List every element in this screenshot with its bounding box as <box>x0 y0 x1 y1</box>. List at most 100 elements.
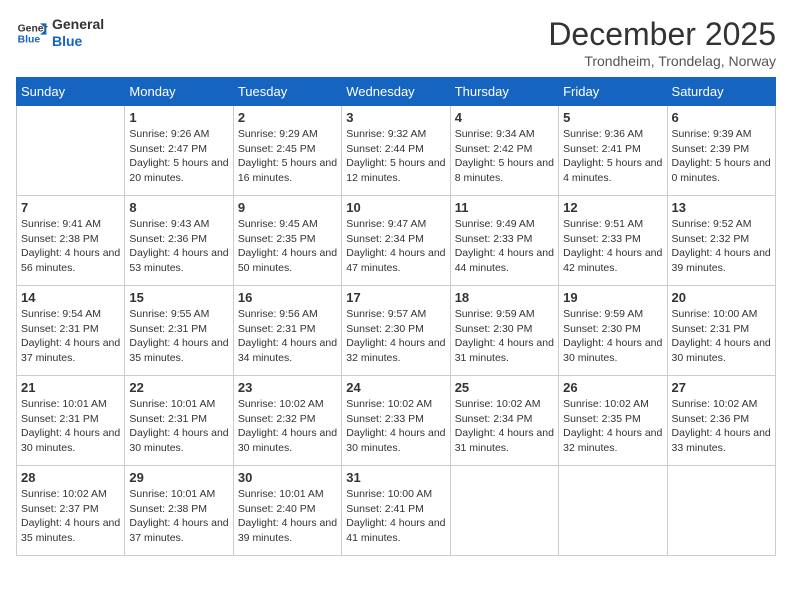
day-number: 26 <box>563 380 662 395</box>
day-number: 9 <box>238 200 337 215</box>
logo-general-text: General <box>52 16 104 33</box>
day-number: 29 <box>129 470 228 485</box>
calendar-cell: 21 Sunrise: 10:01 AMSunset: 2:31 PMDaylig… <box>17 376 125 466</box>
calendar-cell: 9 Sunrise: 9:45 AMSunset: 2:35 PMDaylight… <box>233 196 341 286</box>
day-info: Sunrise: 9:54 AMSunset: 2:31 PMDaylight:… <box>21 307 120 366</box>
day-info: Sunrise: 9:32 AMSunset: 2:44 PMDaylight:… <box>346 127 445 186</box>
week-row-0: 1 Sunrise: 9:26 AMSunset: 2:47 PMDaylight… <box>17 106 776 196</box>
day-info: Sunrise: 9:59 AMSunset: 2:30 PMDaylight:… <box>563 307 662 366</box>
week-row-1: 7 Sunrise: 9:41 AMSunset: 2:38 PMDaylight… <box>17 196 776 286</box>
calendar-cell: 7 Sunrise: 9:41 AMSunset: 2:38 PMDaylight… <box>17 196 125 286</box>
day-number: 16 <box>238 290 337 305</box>
day-number: 22 <box>129 380 228 395</box>
calendar-cell <box>450 466 558 556</box>
calendar-cell: 12 Sunrise: 9:51 AMSunset: 2:33 PMDayligh… <box>559 196 667 286</box>
day-number: 17 <box>346 290 445 305</box>
day-info: Sunrise: 9:56 AMSunset: 2:31 PMDaylight:… <box>238 307 337 366</box>
logo: General Blue General Blue <box>16 16 104 50</box>
day-info: Sunrise: 10:02 AMSunset: 2:37 PMDaylight… <box>21 487 120 546</box>
day-info: Sunrise: 10:02 AMSunset: 2:33 PMDaylight… <box>346 397 445 456</box>
day-info: Sunrise: 9:49 AMSunset: 2:33 PMDaylight:… <box>455 217 554 276</box>
calendar-cell: 30 Sunrise: 10:01 AMSunset: 2:40 PMDaylig… <box>233 466 341 556</box>
calendar-cell: 8 Sunrise: 9:43 AMSunset: 2:36 PMDaylight… <box>125 196 233 286</box>
day-number: 13 <box>672 200 771 215</box>
location: Trondheim, Trondelag, Norway <box>548 53 776 69</box>
day-info: Sunrise: 9:51 AMSunset: 2:33 PMDaylight:… <box>563 217 662 276</box>
day-number: 20 <box>672 290 771 305</box>
day-number: 5 <box>563 110 662 125</box>
day-number: 14 <box>21 290 120 305</box>
week-row-4: 28 Sunrise: 10:02 AMSunset: 2:37 PMDaylig… <box>17 466 776 556</box>
day-info: Sunrise: 9:55 AMSunset: 2:31 PMDaylight:… <box>129 307 228 366</box>
header-day-thursday: Thursday <box>450 78 558 106</box>
day-info: Sunrise: 10:01 AMSunset: 2:31 PMDaylight… <box>129 397 228 456</box>
day-info: Sunrise: 9:43 AMSunset: 2:36 PMDaylight:… <box>129 217 228 276</box>
svg-text:Blue: Blue <box>18 34 41 45</box>
day-number: 21 <box>21 380 120 395</box>
day-info: Sunrise: 10:00 AMSunset: 2:41 PMDaylight… <box>346 487 445 546</box>
header-day-tuesday: Tuesday <box>233 78 341 106</box>
day-number: 8 <box>129 200 228 215</box>
header-day-saturday: Saturday <box>667 78 775 106</box>
calendar-cell: 29 Sunrise: 10:01 AMSunset: 2:38 PMDaylig… <box>125 466 233 556</box>
calendar-cell: 26 Sunrise: 10:02 AMSunset: 2:35 PMDaylig… <box>559 376 667 466</box>
day-number: 31 <box>346 470 445 485</box>
calendar-cell: 27Sunrise: 10:02 AMSunset: 2:36 PMDaylig… <box>667 376 775 466</box>
day-number: 15 <box>129 290 228 305</box>
calendar-cell <box>559 466 667 556</box>
day-number: 1 <box>129 110 228 125</box>
day-info: Sunrise: 9:47 AMSunset: 2:34 PMDaylight:… <box>346 217 445 276</box>
day-number: 10 <box>346 200 445 215</box>
day-info: Sunrise: 9:59 AMSunset: 2:30 PMDaylight:… <box>455 307 554 366</box>
day-info: Sunrise: 10:02 AMSunset: 2:35 PMDaylight… <box>563 397 662 456</box>
day-info: Sunrise: 10:01 AMSunset: 2:31 PMDaylight… <box>21 397 120 456</box>
header-day-monday: Monday <box>125 78 233 106</box>
day-info: Sunrise: 10:02 AMSunset: 2:34 PMDaylight… <box>455 397 554 456</box>
day-info: Sunrise: 10:01 AMSunset: 2:40 PMDaylight… <box>238 487 337 546</box>
day-info: Sunrise: 9:41 AMSunset: 2:38 PMDaylight:… <box>21 217 120 276</box>
day-info: Sunrise: 9:26 AMSunset: 2:47 PMDaylight:… <box>129 127 228 186</box>
header-day-sunday: Sunday <box>17 78 125 106</box>
logo-blue-text: Blue <box>52 33 104 50</box>
calendar-cell: 22 Sunrise: 10:01 AMSunset: 2:31 PMDaylig… <box>125 376 233 466</box>
calendar-cell: 5Sunrise: 9:36 AMSunset: 2:41 PMDaylight… <box>559 106 667 196</box>
calendar-cell: 15 Sunrise: 9:55 AMSunset: 2:31 PMDayligh… <box>125 286 233 376</box>
day-info: Sunrise: 9:45 AMSunset: 2:35 PMDaylight:… <box>238 217 337 276</box>
calendar-cell: 23 Sunrise: 10:02 AMSunset: 2:32 PMDaylig… <box>233 376 341 466</box>
day-number: 27 <box>672 380 771 395</box>
day-info: Sunrise: 10:01 AMSunset: 2:38 PMDaylight… <box>129 487 228 546</box>
day-number: 28 <box>21 470 120 485</box>
day-number: 11 <box>455 200 554 215</box>
day-number: 24 <box>346 380 445 395</box>
calendar-cell <box>17 106 125 196</box>
calendar-cell: 1 Sunrise: 9:26 AMSunset: 2:47 PMDaylight… <box>125 106 233 196</box>
calendar-cell: 28 Sunrise: 10:02 AMSunset: 2:37 PMDaylig… <box>17 466 125 556</box>
calendar-cell: 16 Sunrise: 9:56 AMSunset: 2:31 PMDayligh… <box>233 286 341 376</box>
day-number: 4 <box>455 110 554 125</box>
day-info: Sunrise: 9:39 AMSunset: 2:39 PMDaylight:… <box>672 127 771 186</box>
week-row-3: 21 Sunrise: 10:01 AMSunset: 2:31 PMDaylig… <box>17 376 776 466</box>
calendar-cell: 18Sunrise: 9:59 AMSunset: 2:30 PMDayligh… <box>450 286 558 376</box>
day-info: Sunrise: 10:00 AMSunset: 2:31 PMDaylight… <box>672 307 771 366</box>
day-info: Sunrise: 10:02 AMSunset: 2:32 PMDaylight… <box>238 397 337 456</box>
day-number: 30 <box>238 470 337 485</box>
week-row-2: 14 Sunrise: 9:54 AMSunset: 2:31 PMDayligh… <box>17 286 776 376</box>
calendar-cell: 20 Sunrise: 10:00 AMSunset: 2:31 PMDaylig… <box>667 286 775 376</box>
day-info: Sunrise: 9:34 AMSunset: 2:42 PMDaylight:… <box>455 127 554 186</box>
day-info: Sunrise: 9:29 AMSunset: 2:45 PMDaylight:… <box>238 127 337 186</box>
day-number: 2 <box>238 110 337 125</box>
calendar-cell: 24 Sunrise: 10:02 AMSunset: 2:33 PMDaylig… <box>342 376 450 466</box>
calendar-cell: 14 Sunrise: 9:54 AMSunset: 2:31 PMDayligh… <box>17 286 125 376</box>
day-number: 6 <box>672 110 771 125</box>
logo-icon: General Blue <box>16 17 48 49</box>
day-number: 12 <box>563 200 662 215</box>
calendar-cell: 31 Sunrise: 10:00 AMSunset: 2:41 PMDaylig… <box>342 466 450 556</box>
day-number: 7 <box>21 200 120 215</box>
header-day-wednesday: Wednesday <box>342 78 450 106</box>
header: General Blue General Blue December 2025 … <box>16 16 776 69</box>
day-info: Sunrise: 9:57 AMSunset: 2:30 PMDaylight:… <box>346 307 445 366</box>
day-number: 19 <box>563 290 662 305</box>
day-number: 23 <box>238 380 337 395</box>
calendar-cell: 6 Sunrise: 9:39 AMSunset: 2:39 PMDaylight… <box>667 106 775 196</box>
calendar-cell <box>667 466 775 556</box>
